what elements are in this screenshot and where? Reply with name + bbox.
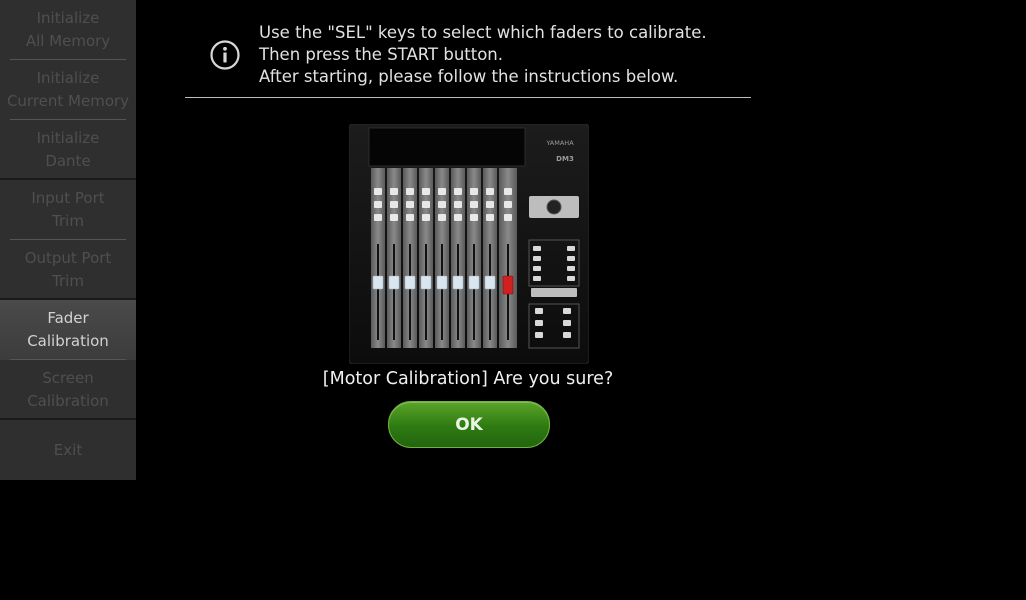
fader-calibration-screen: Initialize All Memory Initialize Current…: [0, 0, 1026, 600]
info-icon: [210, 40, 240, 70]
confirmation-question-text: [Motor Calibration] Are you sure?: [322, 369, 614, 389]
instruction-line-3: After starting, please follow the instru…: [259, 67, 679, 86]
sidebar-item-initialize-all-memory[interactable]: Initialize All Memory: [0, 0, 136, 60]
dm3-console-illustration: YAMAHA DM3: [349, 124, 589, 364]
sidebar-item-input-port-trim[interactable]: Input Port Trim: [0, 180, 136, 240]
sidebar-item-initialize-dante[interactable]: Initialize Dante: [0, 120, 136, 180]
sidebar-item-initialize-current-memory[interactable]: Initialize Current Memory: [0, 60, 136, 120]
sidebar-item-output-port-trim[interactable]: Output Port Trim: [0, 240, 136, 300]
header-divider: [185, 97, 751, 98]
confirmation-question: [Motor Calibration] Are you sure?: [0, 369, 936, 389]
utility-sidebar: Initialize All Memory Initialize Current…: [0, 0, 136, 480]
sidebar-item-exit[interactable]: Exit: [0, 420, 136, 480]
sidebar-item-fader-calibration[interactable]: Fader Calibration: [0, 300, 136, 360]
instruction-line-1: Use the "SEL" keys to select which fader…: [259, 23, 707, 42]
console-brand: YAMAHA: [545, 139, 574, 147]
ok-button[interactable]: OK: [388, 401, 550, 448]
console-model: DM3: [556, 155, 574, 163]
instruction-line-2: Then press the START button.: [259, 45, 504, 64]
